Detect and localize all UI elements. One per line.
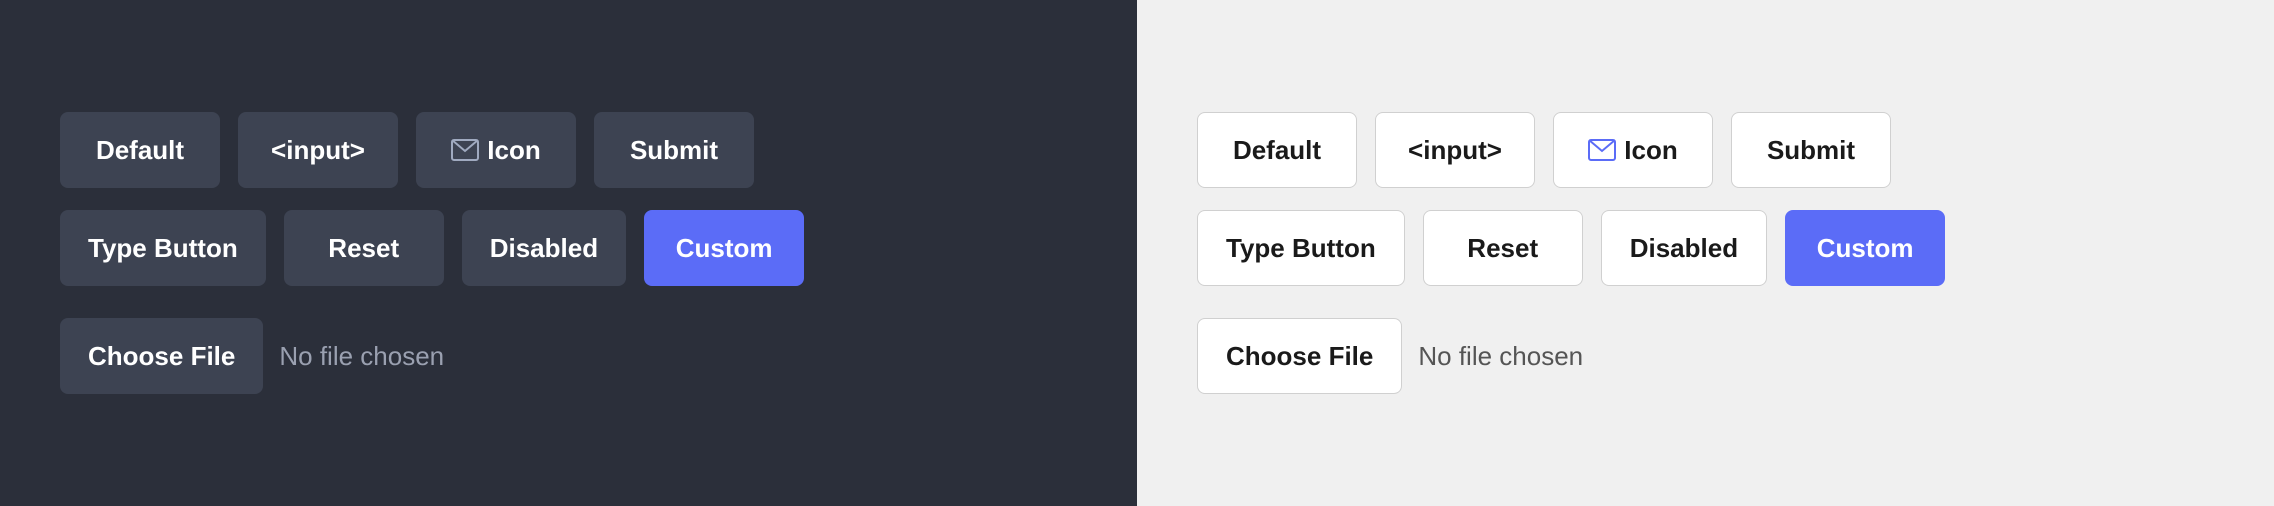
light-no-file-label: No file chosen <box>1418 341 1583 372</box>
dark-row-2: Type Button Reset Disabled Custom <box>60 210 804 286</box>
light-reset-button[interactable]: Reset <box>1423 210 1583 286</box>
light-row-2: Type Button Reset Disabled Custom <box>1197 210 1945 286</box>
dark-choose-file-button[interactable]: Choose File <box>60 318 263 394</box>
dark-input-button[interactable]: <input> <box>238 112 398 188</box>
dark-file-row: Choose File No file chosen <box>60 318 444 394</box>
dark-row-1: Default <input> Icon Submit <box>60 112 754 188</box>
envelope-icon-dark <box>451 139 479 161</box>
dark-icon-button-label: Icon <box>487 135 540 166</box>
dark-panel: Default <input> Icon Submit Type Button … <box>0 0 1137 506</box>
light-default-button[interactable]: Default <box>1197 112 1357 188</box>
dark-custom-button[interactable]: Custom <box>644 210 804 286</box>
envelope-icon-light <box>1588 139 1616 161</box>
dark-default-button[interactable]: Default <box>60 112 220 188</box>
light-choose-file-button[interactable]: Choose File <box>1197 318 1402 394</box>
dark-icon-button[interactable]: Icon <box>416 112 576 188</box>
light-icon-button-label: Icon <box>1624 135 1677 166</box>
dark-submit-button[interactable]: Submit <box>594 112 754 188</box>
dark-typebutton-button[interactable]: Type Button <box>60 210 266 286</box>
dark-reset-button[interactable]: Reset <box>284 210 444 286</box>
dark-no-file-label: No file chosen <box>279 341 444 372</box>
light-panel: Default <input> Icon Submit Type Button … <box>1137 0 2274 506</box>
light-disabled-button[interactable]: Disabled <box>1601 210 1767 286</box>
light-icon-button[interactable]: Icon <box>1553 112 1713 188</box>
light-submit-button[interactable]: Submit <box>1731 112 1891 188</box>
light-typebutton-button[interactable]: Type Button <box>1197 210 1405 286</box>
light-row-1: Default <input> Icon Submit <box>1197 112 1891 188</box>
light-file-row: Choose File No file chosen <box>1197 318 1583 394</box>
dark-disabled-button[interactable]: Disabled <box>462 210 626 286</box>
light-custom-button[interactable]: Custom <box>1785 210 1945 286</box>
light-input-button[interactable]: <input> <box>1375 112 1535 188</box>
